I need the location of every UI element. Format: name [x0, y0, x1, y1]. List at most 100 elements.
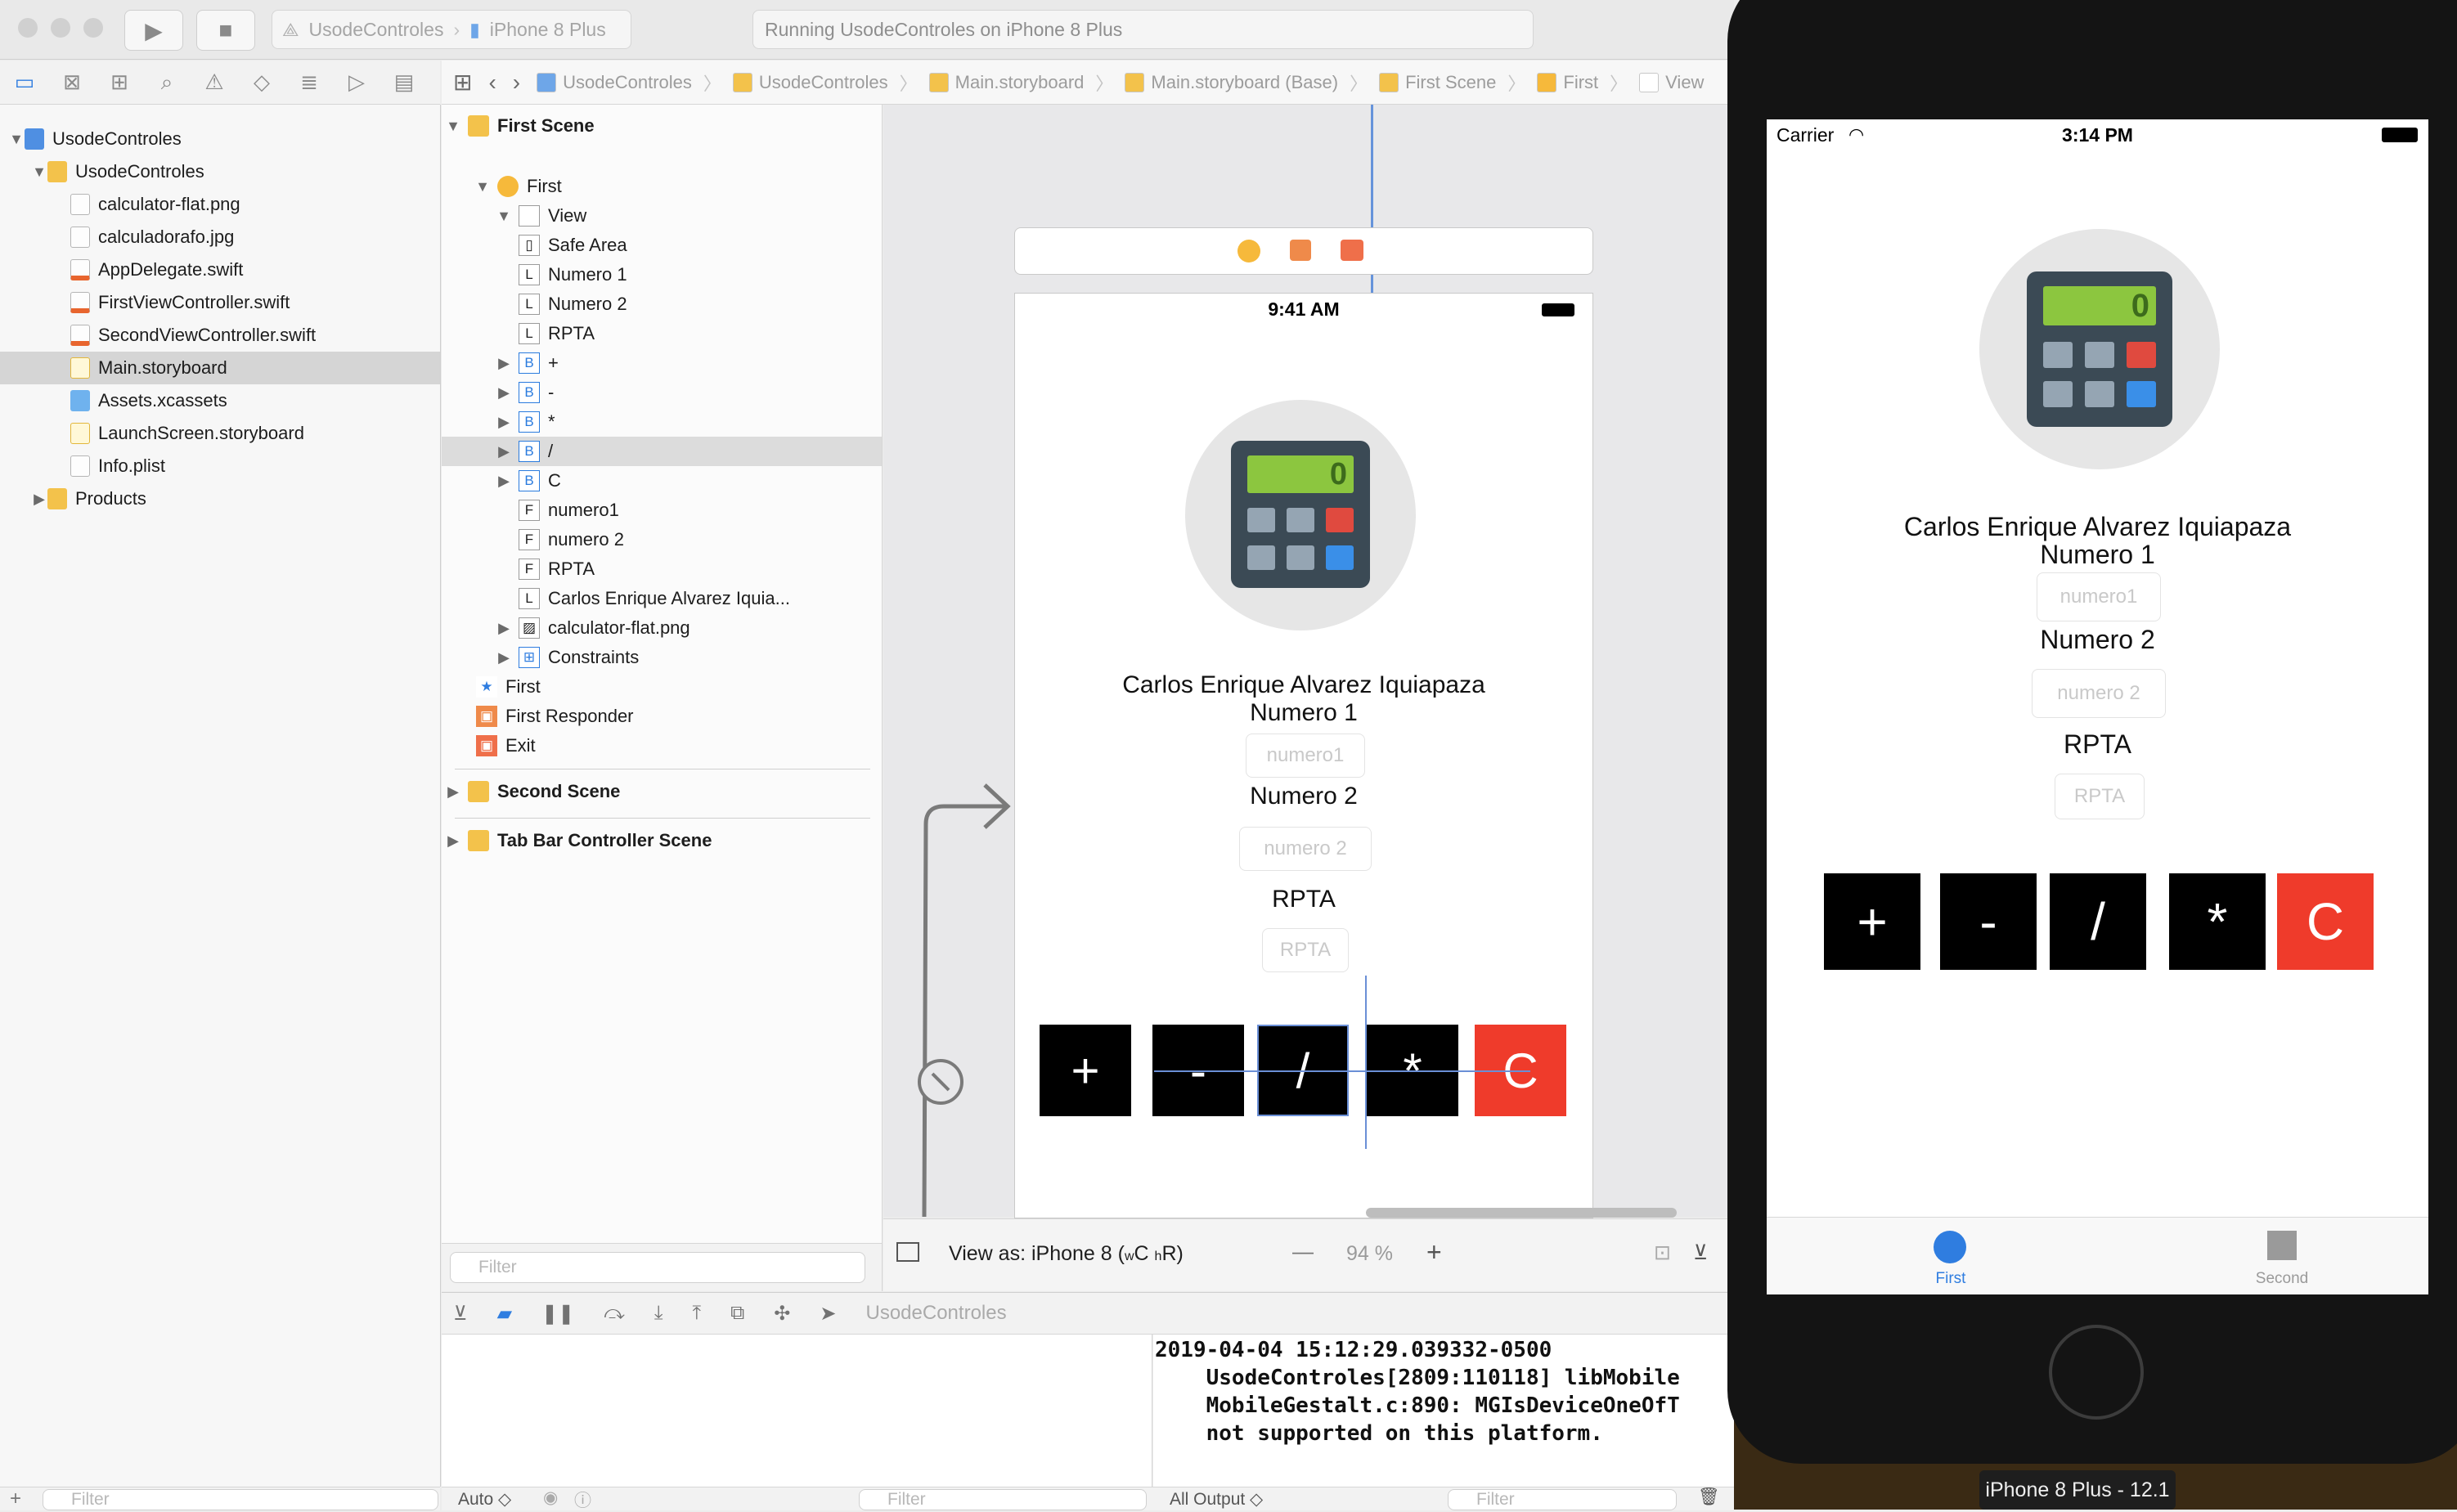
- sim-plus-button[interactable]: +: [1824, 873, 1920, 970]
- outline-row[interactable]: ▼ View: [442, 201, 882, 231]
- sim-numero2-field[interactable]: numero 2: [2032, 669, 2166, 718]
- disclosure-icon[interactable]: ▼: [474, 178, 491, 195]
- disclosure-icon[interactable]: ▼: [8, 131, 25, 148]
- outline-row[interactable]: F RPTA: [442, 554, 882, 584]
- outline-row[interactable]: ▶ Tab Bar Controller Scene: [442, 826, 882, 855]
- navigator-item[interactable]: ▼ UsodeControles: [0, 123, 440, 155]
- step-over-icon[interactable]: ⤼: [604, 1302, 625, 1325]
- find-navigator-icon[interactable]: ⌕: [150, 66, 183, 99]
- memory-graph-icon[interactable]: ✣: [774, 1302, 790, 1326]
- eye-icon[interactable]: ◉: [543, 1487, 558, 1508]
- rpta-field[interactable]: RPTA: [1262, 928, 1349, 972]
- auto-selector[interactable]: Auto ◇: [458, 1489, 511, 1510]
- resolve-icon[interactable]: ⊻: [1693, 1241, 1708, 1265]
- step-into-icon[interactable]: ⤓: [654, 1302, 663, 1325]
- related-items-icon[interactable]: ⊞: [453, 69, 472, 96]
- minimize-window-button[interactable]: [51, 18, 70, 38]
- add-icon[interactable]: +: [10, 1487, 21, 1510]
- numero2-field[interactable]: numero 2: [1239, 827, 1372, 871]
- disclosure-icon[interactable]: ▶: [496, 414, 512, 431]
- outline-row[interactable]: L Numero 2: [442, 289, 882, 319]
- symbol-navigator-icon[interactable]: ⊞: [103, 66, 136, 99]
- back-icon[interactable]: ‹: [488, 70, 496, 96]
- disclosure-icon[interactable]: ▶: [496, 473, 512, 490]
- navigator-item[interactable]: LaunchScreen.storyboard: [0, 417, 440, 450]
- run-button[interactable]: ▶: [124, 10, 183, 51]
- zoom-in-button[interactable]: +: [1426, 1237, 1442, 1267]
- breadcrumb-item[interactable]: UsodeControles: [732, 72, 888, 93]
- outline-row[interactable]: ▣ First Responder: [442, 702, 882, 731]
- outline-row[interactable]: ★ First: [442, 672, 882, 702]
- location-icon[interactable]: ➤: [820, 1302, 836, 1326]
- view-controller-icon[interactable]: [1237, 240, 1260, 262]
- navigator-item[interactable]: SecondViewController.swift: [0, 319, 440, 352]
- horizontal-scrollbar[interactable]: [1366, 1208, 1677, 1218]
- forward-icon[interactable]: ›: [513, 70, 520, 96]
- disclosure-icon[interactable]: ▶: [445, 832, 461, 850]
- outline-row[interactable]: L RPTA: [442, 319, 882, 348]
- outline-row[interactable]: ▶ B /: [442, 437, 882, 466]
- disclosure-icon[interactable]: ▶: [496, 355, 512, 372]
- disclosure-icon[interactable]: ▶: [496, 443, 512, 460]
- outline-row[interactable]: ▯ Safe Area: [442, 231, 882, 260]
- outline-row[interactable]: ▼ First: [442, 172, 882, 201]
- outline-row[interactable]: ▶ B *: [442, 407, 882, 437]
- variables-filter[interactable]: Filter: [859, 1489, 1147, 1510]
- outline-row[interactable]: Fnumero1: [442, 496, 882, 525]
- exit-icon[interactable]: [1341, 240, 1363, 261]
- outline-toggle-icon[interactable]: [896, 1242, 919, 1262]
- outline-row[interactable]: Fnumero 2: [442, 525, 882, 554]
- source-control-icon[interactable]: ⊠: [56, 66, 88, 99]
- simulator-screen[interactable]: Carrier ◠ 3:14 PM 0 Carlos Enrique Alvar…: [1767, 119, 2428, 1294]
- hide-debug-icon[interactable]: ⊻: [453, 1302, 468, 1326]
- sim-divide-button[interactable]: /: [2050, 873, 2146, 970]
- breadcrumb-item[interactable]: Main.storyboard (Base): [1125, 72, 1338, 93]
- breadcrumb-item[interactable]: UsodeControles: [537, 72, 692, 93]
- sim-rpta-field[interactable]: RPTA: [2055, 774, 2145, 819]
- navigator-item[interactable]: FirstViewController.swift: [0, 286, 440, 319]
- output-selector[interactable]: All Output ◇: [1170, 1489, 1263, 1510]
- embed-icon[interactable]: ⊡: [1654, 1241, 1671, 1265]
- outline-row[interactable]: L Numero 1: [442, 260, 882, 289]
- home-button[interactable]: [2049, 1325, 2144, 1420]
- disclosure-icon[interactable]: ▶: [496, 649, 512, 666]
- outline-filter[interactable]: Filter: [450, 1252, 865, 1283]
- breakpoints-icon[interactable]: ▰: [497, 1302, 512, 1326]
- first-responder-icon[interactable]: [1290, 240, 1311, 261]
- disclosure-icon[interactable]: ▼: [445, 118, 461, 135]
- sim-multiply-button[interactable]: *: [2169, 873, 2266, 970]
- zoom-out-button[interactable]: —: [1292, 1239, 1314, 1264]
- breadcrumb-item[interactable]: View: [1639, 72, 1704, 93]
- outline-row[interactable]: ▶ B C: [442, 466, 882, 496]
- outline-row[interactable]: ▶ B -: [442, 378, 882, 407]
- pause-icon[interactable]: ❚❚: [541, 1302, 574, 1326]
- disclosure-icon[interactable]: ▶: [496, 384, 512, 402]
- breakpoint-navigator-icon[interactable]: ▷: [340, 66, 373, 99]
- numero1-field[interactable]: numero1: [1246, 734, 1365, 778]
- sim-minus-button[interactable]: -: [1940, 873, 2037, 970]
- outline-row[interactable]: ▼ First Scene: [442, 111, 882, 141]
- sim-clear-button[interactable]: C: [2277, 873, 2374, 970]
- console-filter[interactable]: Filter: [1448, 1489, 1677, 1510]
- storyboard-view[interactable]: 9:41 AM 0 Carlos Enrique Alvarez Iquiapa…: [1014, 293, 1593, 1218]
- project-navigator-icon[interactable]: ▭: [8, 66, 41, 99]
- navigator-filter[interactable]: Filter: [43, 1489, 438, 1510]
- issue-navigator-icon[interactable]: ⚠: [198, 66, 231, 99]
- outline-row[interactable]: ▣ Exit: [442, 731, 882, 760]
- outline-row[interactable]: ▶ B +: [442, 348, 882, 378]
- navigator-item[interactable]: AppDelegate.swift: [0, 253, 440, 286]
- test-navigator-icon[interactable]: ◇: [245, 66, 278, 99]
- tab-second[interactable]: Second: [2241, 1218, 2323, 1294]
- info-icon[interactable]: ⓘ: [574, 1487, 591, 1512]
- outline-row[interactable]: ▶ ⊞ Constraints: [442, 643, 882, 672]
- navigator-item[interactable]: ▶ Products: [0, 482, 440, 515]
- device-config-button[interactable]: View as: iPhone 8 (wC hR): [949, 1242, 1184, 1266]
- debug-navigator-icon[interactable]: ≣: [293, 66, 326, 99]
- stop-button[interactable]: ■: [196, 10, 255, 51]
- breadcrumb-item[interactable]: First Scene: [1379, 72, 1496, 93]
- navigator-item[interactable]: Info.plist: [0, 450, 440, 482]
- view-debugger-icon[interactable]: ⧉: [730, 1302, 744, 1325]
- step-out-icon[interactable]: ⤒: [693, 1302, 702, 1325]
- sim-numero1-field[interactable]: numero1: [2037, 572, 2161, 621]
- report-navigator-icon[interactable]: ▤: [388, 66, 420, 99]
